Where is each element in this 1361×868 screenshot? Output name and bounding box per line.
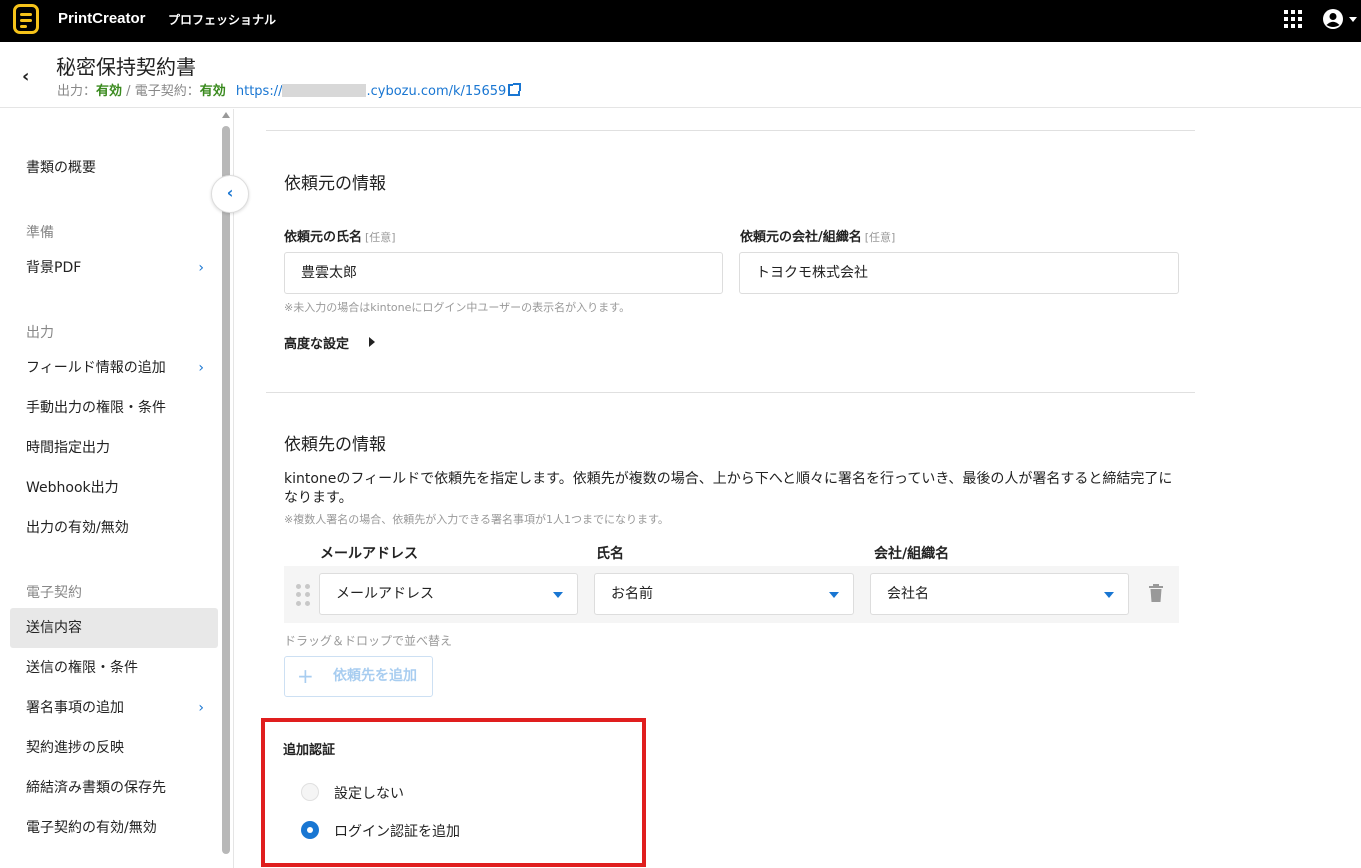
- sidebar: 書類の概要 準備 背景PDF › 出力 フィールド情報の追加 › 手動出力の権限・条…: [0, 109, 234, 868]
- drag-drop-note: ドラッグ＆ドロップで並べ替え: [284, 634, 453, 648]
- requester-name-note: ※未入力の場合はkintoneにログイン中ユーザーの表示名が入ります。: [284, 301, 631, 314]
- account-menu-caret-icon[interactable]: [1349, 17, 1357, 22]
- divider: [266, 392, 1195, 393]
- sidebar-item-background-pdf[interactable]: 背景PDF ›: [10, 248, 218, 288]
- redacted-domain: [282, 84, 367, 97]
- document-status-line: 出力：有効 / 電子契約：有効 https://.cybozu.com/k/15…: [57, 80, 522, 99]
- divider: [266, 130, 1195, 131]
- dropdown-arrow-icon: [553, 592, 563, 598]
- requester-company-label: 依頼元の会社/組織名 [任意]: [740, 230, 896, 245]
- column-header-email: メールアドレス: [320, 546, 418, 562]
- sidebar-item-overview[interactable]: 書類の概要: [10, 148, 218, 188]
- requester-name-input[interactable]: 豊雲太郎: [284, 252, 723, 294]
- status-separator: /: [122, 84, 135, 99]
- collapse-sidebar-button[interactable]: ‹: [211, 175, 249, 213]
- sidebar-section-output: 出力: [26, 325, 54, 341]
- sidebar-item-manual-output[interactable]: 手動出力の権限・条件: [10, 388, 218, 428]
- sidebar-section-econtract: 電子契約: [26, 585, 82, 601]
- requester-section-title: 依頼元の情報: [284, 174, 386, 194]
- sidebar-item-econtract-toggle[interactable]: 電子契約の有効/無効: [10, 808, 218, 848]
- sidebar-item-send-content[interactable]: 送信内容: [10, 608, 218, 648]
- edition-label: プロフェッショナル: [168, 13, 277, 27]
- sidebar-item-add-field[interactable]: フィールド情報の追加 ›: [10, 348, 218, 388]
- chevron-right-icon: ›: [198, 700, 204, 716]
- radio-login-auth-label[interactable]: ログイン認証を追加: [334, 821, 460, 841]
- triangle-right-icon[interactable]: [369, 337, 375, 347]
- econtract-label: 電子契約：: [134, 84, 200, 99]
- advanced-settings-toggle[interactable]: 高度な設定: [284, 333, 349, 352]
- drag-handle-icon[interactable]: [296, 584, 310, 606]
- sidebar-item-scheduled-output[interactable]: 時間指定出力: [10, 428, 218, 468]
- column-header-company: 会社/組織名: [874, 546, 950, 562]
- output-label: 出力：: [57, 84, 97, 99]
- name-field-select[interactable]: お名前: [594, 573, 854, 615]
- user-account-icon[interactable]: [1322, 8, 1344, 30]
- add-recipient-button[interactable]: + 依頼先を追加: [284, 656, 433, 697]
- sidebar-item-storage[interactable]: 締結済み書類の保存先: [10, 768, 218, 808]
- additional-auth-title: 追加認証: [283, 743, 336, 758]
- plus-icon: +: [297, 664, 314, 688]
- back-arrow-icon[interactable]: ‹: [22, 66, 29, 87]
- requester-name-label: 依頼元の氏名 [任意]: [284, 230, 396, 245]
- radio-no-auth[interactable]: [301, 783, 319, 801]
- sidebar-item-add-signature[interactable]: 署名事項の追加 ›: [10, 688, 218, 728]
- sidebar-item-progress-reflect[interactable]: 契約進捗の反映: [10, 728, 218, 768]
- sidebar-item-send-permission[interactable]: 送信の権限・条件: [10, 648, 218, 688]
- requester-company-input[interactable]: トヨクモ株式会社: [739, 252, 1179, 294]
- dropdown-arrow-icon: [1104, 592, 1114, 598]
- trash-icon[interactable]: [1148, 584, 1164, 602]
- kintone-app-link[interactable]: https://.cybozu.com/k/15659: [236, 83, 522, 99]
- apps-grid-icon[interactable]: [1284, 10, 1302, 28]
- app-name: PrintCreator: [58, 10, 146, 27]
- sidebar-section-prep: 準備: [26, 225, 54, 241]
- scroll-up-arrow-icon[interactable]: [222, 112, 230, 118]
- sidebar-item-webhook[interactable]: Webhook出力: [10, 468, 218, 508]
- sidebar-item-output-toggle[interactable]: 出力の有効/無効: [10, 508, 218, 548]
- email-field-select[interactable]: メールアドレス: [319, 573, 578, 615]
- sidebar-scrollbar[interactable]: [222, 126, 230, 854]
- chevron-right-icon: ›: [198, 260, 204, 276]
- econtract-status: 有効: [199, 84, 226, 99]
- company-field-select[interactable]: 会社名: [870, 573, 1129, 615]
- column-header-name: 氏名: [596, 546, 624, 562]
- radio-login-auth[interactable]: [301, 821, 319, 839]
- recipient-description: kintoneのフィールドで依頼先を指定します。依頼先が複数の場合、上から下へと…: [284, 471, 1173, 506]
- chevron-right-icon: ›: [198, 360, 204, 376]
- document-header: ‹ 秘密保持契約書 出力：有効 / 電子契約：有効 https://.cyboz…: [0, 42, 1361, 108]
- dropdown-arrow-icon: [829, 592, 839, 598]
- top-bar: PrintCreator プロフェッショナル: [0, 0, 1361, 42]
- external-link-icon[interactable]: [508, 83, 522, 96]
- output-status: 有効: [96, 84, 123, 99]
- recipient-note: ※複数人署名の場合、依頼先が入力できる署名事項が1人1つまでになります。: [284, 513, 669, 526]
- document-title: 秘密保持契約書: [56, 55, 196, 79]
- recipient-section-title: 依頼先の情報: [284, 435, 386, 455]
- printcreator-logo-icon[interactable]: [13, 4, 39, 34]
- radio-no-auth-label[interactable]: 設定しない: [334, 783, 404, 803]
